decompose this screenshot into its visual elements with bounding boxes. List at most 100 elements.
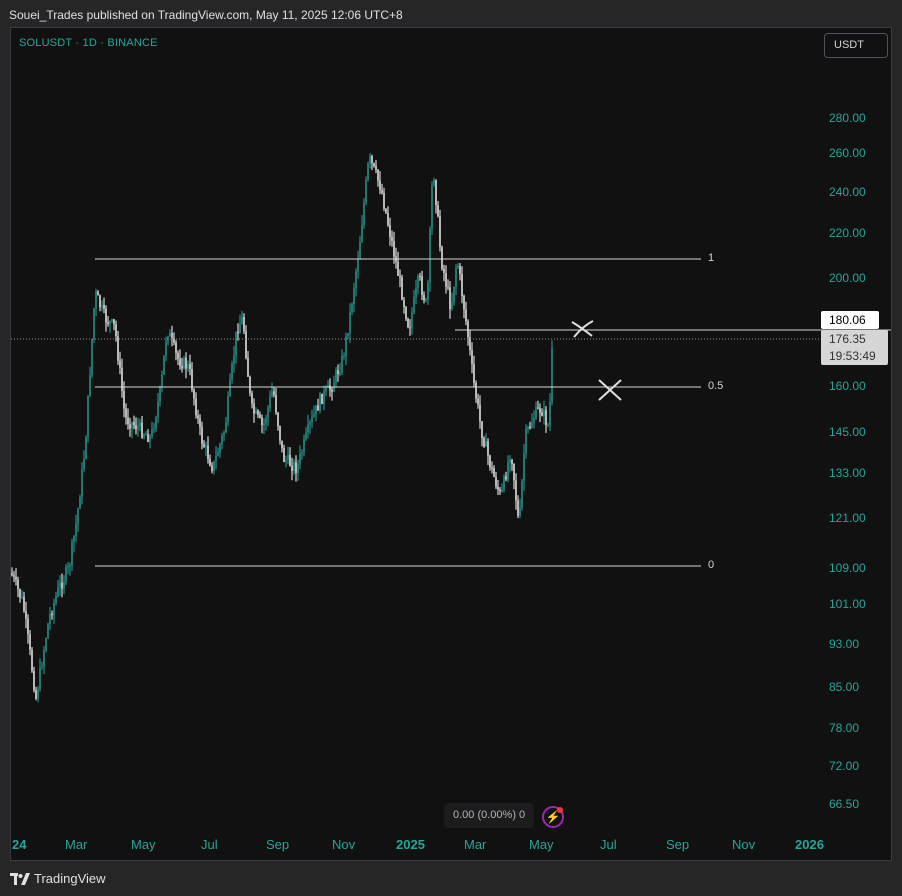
- candle-body: [319, 393, 321, 411]
- candle-body: [247, 358, 249, 377]
- candle-body: [119, 360, 121, 368]
- candle-body: [517, 500, 519, 516]
- candle-body: [389, 224, 391, 237]
- candle-body: [347, 333, 349, 336]
- candle-body: [297, 463, 299, 473]
- candle-body: [13, 575, 15, 577]
- candle-body: [519, 507, 521, 516]
- x-axis-label: Mar: [65, 837, 88, 852]
- candle-body: [77, 508, 79, 524]
- candle-body: [145, 434, 147, 436]
- candle-body: [265, 418, 267, 424]
- candle-body: [355, 271, 357, 289]
- candle-body: [547, 424, 549, 426]
- candle-body: [79, 497, 81, 509]
- candle-body: [311, 416, 313, 422]
- candle-body: [537, 407, 539, 409]
- candle-body: [239, 324, 241, 334]
- candle-body: [23, 596, 25, 612]
- candle-body: [245, 331, 247, 359]
- candle-body: [313, 414, 315, 417]
- candle-body: [283, 448, 285, 462]
- candle-body: [197, 415, 199, 419]
- candle-body: [343, 355, 345, 357]
- candle-countdown: 19:53:49: [829, 349, 876, 363]
- candle-body: [55, 596, 57, 603]
- x-axis-label: 2025: [396, 837, 425, 852]
- candle-body: [21, 596, 23, 598]
- candle-body: [479, 404, 481, 422]
- candle-body: [503, 476, 505, 490]
- y-axis-label: 85.00: [829, 680, 860, 694]
- candle-body: [207, 445, 209, 460]
- candle-body: [67, 566, 69, 568]
- candle-body: [507, 462, 509, 480]
- candle-body: [399, 275, 401, 278]
- y-axis-label: 78.00: [829, 721, 860, 735]
- candle-body: [487, 441, 489, 456]
- candle-body: [49, 613, 51, 624]
- candle-body: [293, 462, 295, 471]
- candle-body: [307, 424, 309, 433]
- candle-body: [45, 638, 47, 651]
- candle-body: [483, 438, 485, 447]
- candle-body: [429, 228, 431, 283]
- candle-body: [159, 387, 161, 402]
- candle-body: [259, 414, 261, 418]
- candle-body: [217, 452, 219, 456]
- candle-body: [279, 426, 281, 441]
- candle-body: [543, 409, 545, 416]
- candle-body: [111, 319, 113, 322]
- y-axis-label: 101.00: [829, 597, 866, 611]
- y-axis-label: 109.00: [829, 561, 866, 575]
- x-axis-label: May: [529, 837, 554, 852]
- candle-body: [231, 363, 233, 380]
- candle-body: [405, 307, 407, 319]
- candle-body: [361, 225, 363, 242]
- fib-label-0: 0: [708, 559, 715, 571]
- symbol-title[interactable]: SOLUSDT · 1D · BINANCE: [19, 37, 158, 49]
- candle-body: [87, 395, 89, 438]
- candle-body: [437, 205, 439, 217]
- candle-body: [393, 241, 395, 257]
- candle-body: [39, 667, 41, 690]
- volume-readout: 0.00 (0.00%) 0: [444, 803, 535, 828]
- y-axis-label: 121.00: [829, 511, 866, 525]
- publish-info: Souei_Trades published on TradingView.co…: [9, 8, 403, 22]
- candle-body: [457, 266, 459, 268]
- candle-body: [211, 465, 213, 471]
- candle-body: [303, 438, 305, 453]
- candle-body: [155, 417, 157, 429]
- candle-body: [19, 589, 21, 598]
- candle-body: [277, 412, 279, 427]
- candle-body: [433, 180, 435, 186]
- candle-body: [485, 441, 487, 447]
- candle-body: [89, 375, 91, 396]
- x-marker-lower[interactable]: [598, 379, 622, 401]
- candle-body: [81, 469, 83, 498]
- candle-body: [173, 337, 175, 343]
- candle-body: [27, 618, 29, 635]
- candle-body: [113, 319, 115, 325]
- x-axis-label: Sep: [666, 837, 690, 852]
- candle-body: [133, 422, 135, 426]
- x-marker-upper[interactable]: [571, 320, 594, 338]
- candle-body: [169, 333, 171, 337]
- candle-body: [451, 302, 453, 309]
- candle-body: [203, 443, 205, 447]
- currency-button[interactable]: USDT: [824, 33, 888, 58]
- fib-label-1: 1: [708, 252, 715, 264]
- candle-body: [341, 356, 343, 373]
- x-axis-label: Nov: [332, 837, 356, 852]
- candle-body: [71, 542, 73, 565]
- candle-body: [349, 311, 351, 334]
- x-axis-label: Jul: [600, 837, 617, 852]
- chart-pane[interactable]: SOLUSDT · 1D · BINANCE USDT 1 0.5 0 280.…: [10, 27, 892, 861]
- candle-body: [91, 339, 93, 376]
- candle-body: [351, 304, 353, 312]
- candle-body: [391, 237, 393, 241]
- candle-body: [409, 327, 411, 329]
- candle-body: [431, 185, 433, 229]
- candle-body: [369, 155, 371, 164]
- price-plot[interactable]: [11, 28, 892, 861]
